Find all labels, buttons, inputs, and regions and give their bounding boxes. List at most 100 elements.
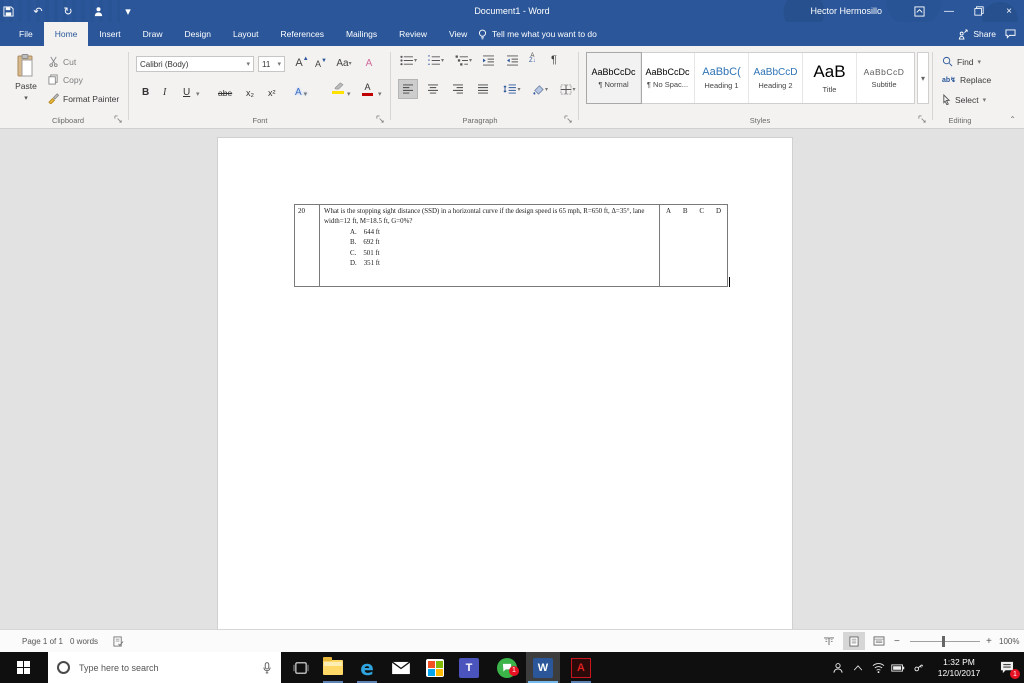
document-area[interactable]: 20 What is the stopping sight distance (…: [0, 130, 1024, 629]
tab-layout[interactable]: Layout: [222, 22, 270, 46]
clipboard-dialog-launcher-icon[interactable]: [114, 115, 124, 125]
comments-icon[interactable]: [1000, 22, 1020, 46]
share-button[interactable]: Share: [958, 22, 996, 46]
zoom-out-button[interactable]: −: [894, 630, 900, 652]
close-button[interactable]: ×: [994, 0, 1024, 22]
redo-icon[interactable]: ↻: [60, 3, 76, 19]
select-button[interactable]: Select ▾: [942, 94, 986, 105]
microsoft-store-icon[interactable]: [418, 652, 452, 683]
highlight-color-button[interactable]: [332, 82, 344, 100]
shrink-font-button[interactable]: A ▼: [313, 56, 329, 72]
question-text-cell[interactable]: What is the stopping sight distance (SSD…: [320, 205, 660, 286]
format-painter-button[interactable]: Format Painter: [48, 93, 119, 104]
shading-button[interactable]: ▾: [528, 79, 552, 99]
style-no-spacing[interactable]: AaBbCcDc ¶ No Spac...: [641, 53, 695, 103]
word-taskbar-icon[interactable]: W: [526, 652, 560, 683]
bullets-button[interactable]: ▾: [400, 55, 417, 66]
proofing-status-icon[interactable]: [113, 630, 124, 652]
show-formatting-marks-button[interactable]: ¶: [551, 54, 557, 66]
style-heading-1[interactable]: AaBbC( Heading 1: [695, 53, 749, 103]
justify-button[interactable]: [473, 79, 493, 99]
find-button[interactable]: Find ▾: [942, 56, 981, 67]
zoom-slider-thumb[interactable]: [942, 636, 945, 647]
customize-qat-icon[interactable]: ▾: [120, 3, 136, 19]
ribbon-display-options-icon[interactable]: [904, 0, 934, 22]
restore-button[interactable]: [964, 0, 994, 22]
tab-mailings[interactable]: Mailings: [335, 22, 388, 46]
save-icon[interactable]: [0, 3, 16, 19]
sort-button[interactable]: A Z↓: [529, 53, 536, 64]
mail-icon[interactable]: [384, 652, 418, 683]
edge-icon[interactable]: e: [350, 652, 384, 683]
microphone-icon[interactable]: [263, 661, 271, 674]
tab-draw[interactable]: Draw: [132, 22, 174, 46]
subscript-button[interactable]: x₂: [246, 82, 254, 100]
underline-button[interactable]: U: [183, 82, 190, 100]
taskbar-clock[interactable]: 1:32 PM 12/10/2017: [928, 657, 990, 678]
grow-font-button[interactable]: A ▲: [293, 54, 311, 72]
start-button[interactable]: [0, 652, 48, 683]
taskbar-search-input[interactable]: Type here to search: [48, 652, 281, 683]
tell-me-box[interactable]: Tell me what you want to do: [478, 22, 597, 46]
borders-button[interactable]: ▾: [556, 79, 580, 99]
print-layout-icon[interactable]: [843, 632, 865, 650]
cut-button[interactable]: Cut: [48, 56, 76, 67]
undo-icon[interactable]: ↶: [30, 3, 46, 19]
tab-view[interactable]: View: [438, 22, 478, 46]
zoom-in-button[interactable]: +: [986, 630, 992, 652]
styles-gallery-more-icon[interactable]: ▾: [917, 52, 929, 104]
clear-formatting-button[interactable]: A: [360, 54, 378, 72]
superscript-button[interactable]: x²: [268, 82, 276, 100]
collapse-ribbon-icon[interactable]: ⌃: [1009, 115, 1016, 124]
tab-home[interactable]: Home: [43, 22, 89, 46]
read-mode-icon[interactable]: [818, 632, 840, 650]
zoom-percentage[interactable]: 100%: [999, 630, 1019, 652]
numbering-button[interactable]: ▾: [427, 55, 444, 66]
tab-design[interactable]: Design: [174, 22, 222, 46]
multilevel-list-button[interactable]: ▾: [455, 55, 472, 66]
align-left-button[interactable]: [398, 79, 418, 99]
paragraph-dialog-launcher-icon[interactable]: [564, 115, 574, 125]
action-center-icon[interactable]: 1: [990, 652, 1024, 683]
task-view-button[interactable]: [284, 652, 318, 683]
style-normal[interactable]: AaBbCcDc ¶ Normal: [586, 52, 642, 104]
web-layout-icon[interactable]: [868, 632, 890, 650]
style-subtitle[interactable]: AaBbCcD Subtitle: [857, 53, 911, 103]
align-center-button[interactable]: [423, 79, 443, 99]
font-name-select[interactable]: Calibri (Body) ▾: [136, 56, 254, 72]
hidden-icons-chevron-icon[interactable]: [848, 652, 868, 683]
account-name[interactable]: Hector Hermosillo: [810, 6, 882, 16]
strikethrough-button[interactable]: abe: [218, 82, 232, 100]
style-title[interactable]: AaB Title: [803, 53, 857, 103]
tab-review[interactable]: Review: [388, 22, 438, 46]
align-right-button[interactable]: [448, 79, 468, 99]
wifi-icon[interactable]: [868, 652, 888, 683]
file-explorer-icon[interactable]: [316, 652, 350, 683]
copy-button[interactable]: Copy: [48, 74, 83, 85]
italic-button[interactable]: I: [163, 82, 166, 100]
line-spacing-button[interactable]: ▾: [500, 79, 524, 99]
change-case-button[interactable]: Aa ▾: [333, 54, 355, 72]
page-count[interactable]: Page 1 of 1: [22, 630, 63, 652]
battery-icon[interactable]: [888, 652, 908, 683]
answer-choices-cell[interactable]: A B C D: [660, 205, 727, 286]
teams-icon[interactable]: T: [452, 652, 486, 683]
font-size-select[interactable]: 11 ▾: [258, 56, 285, 72]
document-page[interactable]: 20 What is the stopping sight distance (…: [217, 137, 793, 629]
tab-file[interactable]: File: [8, 22, 44, 46]
highlight-dropdown-icon[interactable]: ▾: [347, 82, 351, 100]
tab-references[interactable]: References: [270, 22, 335, 46]
replace-button[interactable]: ab↯ Replace: [942, 75, 991, 85]
touch-mode-icon[interactable]: [90, 3, 106, 19]
chat-app-icon[interactable]: 1: [490, 652, 524, 683]
people-icon[interactable]: [828, 652, 848, 683]
word-count[interactable]: 0 words: [70, 630, 98, 652]
bold-button[interactable]: B: [142, 82, 149, 100]
question-number-cell[interactable]: 20: [295, 205, 320, 286]
question-table[interactable]: 20 What is the stopping sight distance (…: [294, 204, 728, 287]
zoom-slider-track[interactable]: [910, 641, 980, 642]
minimize-button[interactable]: —: [934, 0, 964, 22]
tab-insert[interactable]: Insert: [88, 22, 131, 46]
style-heading-2[interactable]: AaBbCcD Heading 2: [749, 53, 803, 103]
underline-dropdown-icon[interactable]: ▾: [196, 82, 200, 100]
